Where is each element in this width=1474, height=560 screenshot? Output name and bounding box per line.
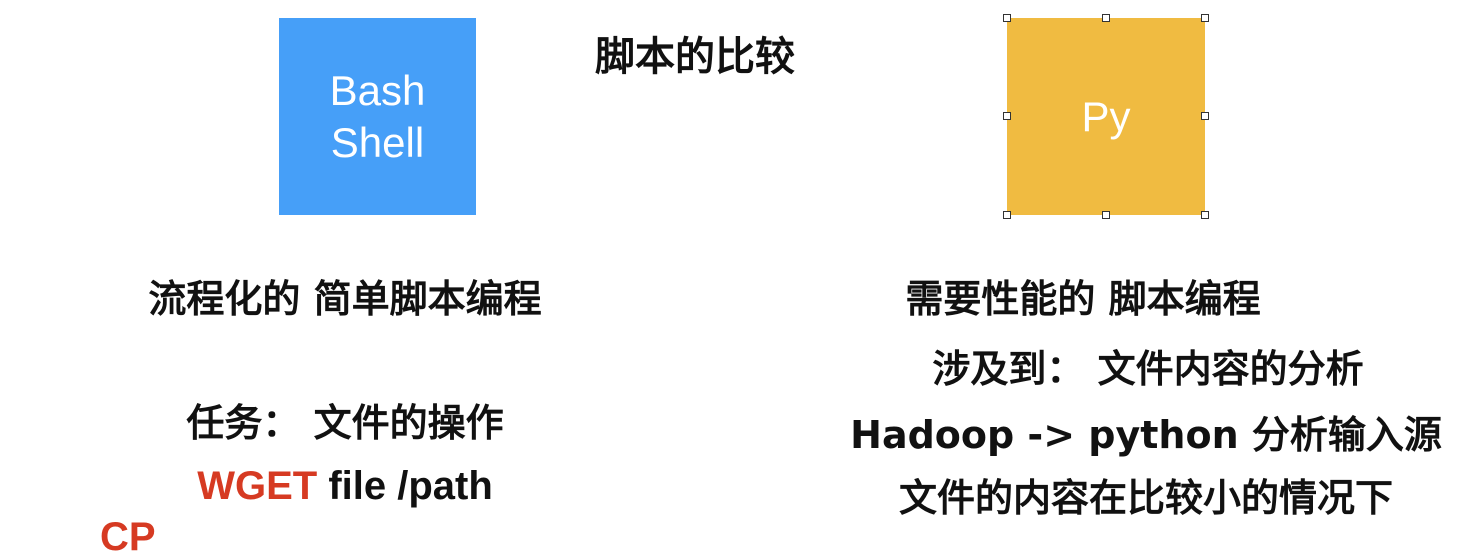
left-command-line-wget: WGET file /path — [197, 463, 493, 509]
bash-box-label-line2: Shell — [330, 118, 425, 166]
selection-handle-bottom-left[interactable] — [1003, 211, 1011, 219]
python-box-label: Py — [1081, 92, 1131, 140]
python-box[interactable]: Py — [1007, 18, 1205, 215]
selection-handle-top-left[interactable] — [1003, 14, 1011, 22]
right-line-hadoop: Hadoop -> python 分析输入源 — [850, 413, 1442, 457]
selection-handle-top-center[interactable] — [1102, 14, 1110, 22]
selection-handle-middle-left[interactable] — [1003, 112, 1011, 120]
left-task-line: 任务： 文件的操作 — [186, 401, 504, 445]
bash-shell-box: Bash Shell — [279, 18, 476, 215]
right-line-involves: 涉及到： 文件内容的分析 — [932, 347, 1364, 391]
wget-arguments: file /path — [317, 464, 493, 508]
left-command-line-cp: CP — [100, 514, 156, 560]
bash-box-label-line1: Bash — [329, 66, 426, 114]
slide-title: 脚本的比较 — [595, 34, 795, 80]
left-heading: 流程化的 简单脚本编程 — [148, 277, 542, 321]
cp-keyword: CP — [100, 515, 156, 559]
selection-handle-top-right[interactable] — [1201, 14, 1209, 22]
selection-handle-bottom-right[interactable] — [1201, 211, 1209, 219]
selection-handle-middle-right[interactable] — [1201, 112, 1209, 120]
selection-handle-bottom-center[interactable] — [1102, 211, 1110, 219]
right-heading: 需要性能的 脚本编程 — [905, 277, 1261, 321]
wget-keyword: WGET — [197, 464, 318, 508]
right-line-small-files: 文件的内容在比较小的情况下 — [898, 476, 1394, 520]
